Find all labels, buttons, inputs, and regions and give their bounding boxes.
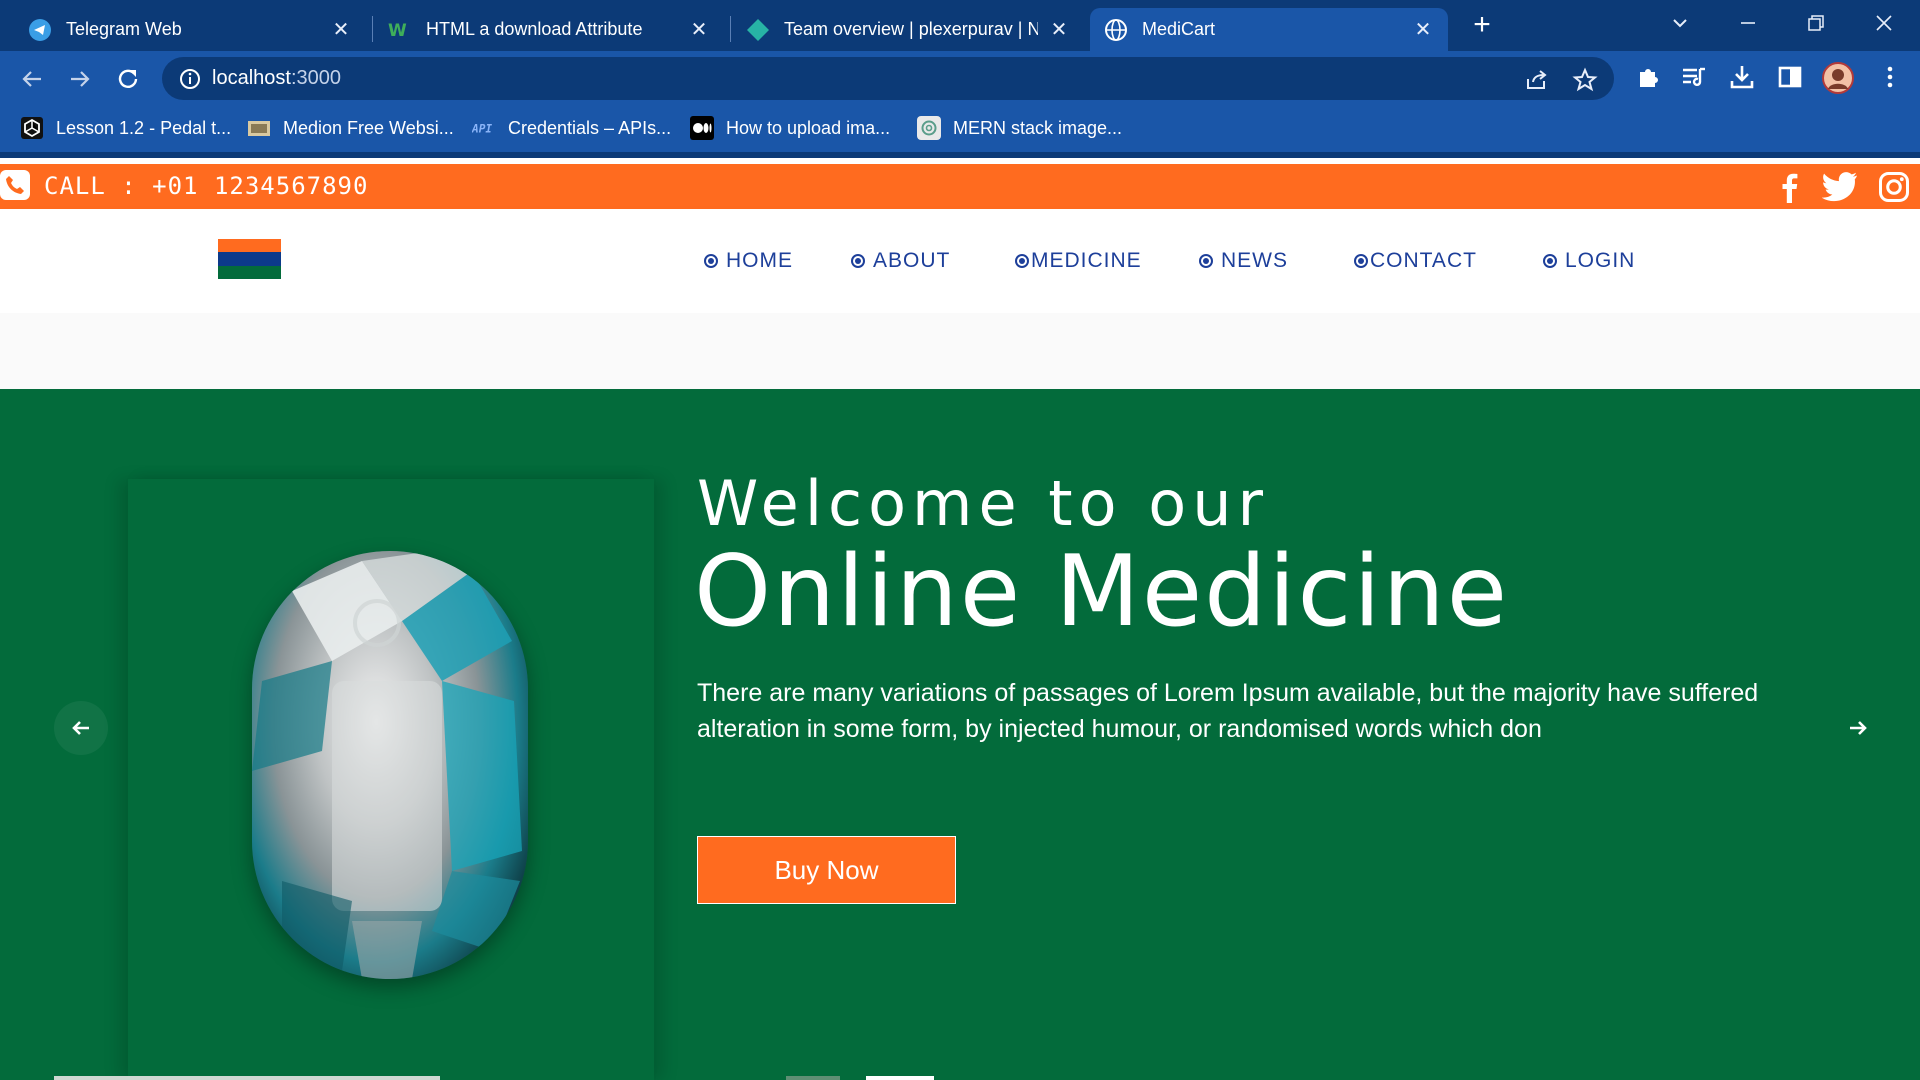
address-bar[interactable]: localhost:3000 <box>162 57 1614 100</box>
tab-telegram-web[interactable]: Telegram Web ✕ <box>14 8 366 51</box>
tab-title: MediCart <box>1142 19 1216 39</box>
new-tab-button[interactable]: + <box>1466 10 1498 42</box>
close-icon[interactable]: ✕ <box>1048 19 1070 41</box>
bookmarks-bar: Lesson 1.2 - Pedal t... Medion Free Webs… <box>0 106 1920 152</box>
nav-bullet-icon <box>1015 254 1029 268</box>
nav-label: ABOUT <box>873 249 951 272</box>
nav-label: NEWS <box>1221 249 1288 272</box>
tab-title: Team overview | plexerpurav | Ne <box>784 19 1038 39</box>
call-number: CALL : +01 1234567890 <box>44 172 369 200</box>
menu-kebab-icon[interactable] <box>1876 63 1906 93</box>
bookmark-title: Lesson 1.2 - Pedal t... <box>56 117 232 138</box>
hero-headline: Online Medicine <box>694 535 1510 649</box>
hero-slider: Welcome to our Online Medicine There are… <box>0 389 1920 1080</box>
api-icon: API <box>472 116 496 140</box>
nav-item-login[interactable]: LOGIN <box>1543 249 1635 273</box>
close-window-icon[interactable] <box>1866 8 1902 38</box>
nav-item-contact[interactable]: CONTACT <box>1354 249 1477 273</box>
svg-text:API: API <box>472 122 492 135</box>
phone-icon <box>0 170 30 200</box>
telegram-icon <box>28 18 52 42</box>
bookmark-upload[interactable]: How to upload ima... <box>690 114 890 142</box>
forward-arrow-icon[interactable] <box>64 63 96 95</box>
image-icon <box>247 116 271 140</box>
bookmark-title: How to upload ima... <box>726 117 891 138</box>
nav-label: MEDICINE <box>1031 249 1142 272</box>
extensions-icon[interactable] <box>1634 63 1664 93</box>
hero-description: There are many variations of passages of… <box>697 679 1759 743</box>
tab-separator <box>730 16 731 42</box>
twitter-icon[interactable] <box>1821 171 1858 203</box>
carousel-indicator-active[interactable] <box>866 1076 934 1080</box>
nav-bullet-icon <box>704 254 718 268</box>
nav-item-home[interactable]: HOME <box>704 249 793 273</box>
nav-bullet-icon <box>1354 254 1368 268</box>
url-port: :3000 <box>290 67 341 89</box>
medicine-capsule-image <box>252 551 528 979</box>
unity-icon <box>20 116 44 140</box>
side-panel-icon[interactable] <box>1776 63 1806 93</box>
back-arrow-icon[interactable] <box>16 63 48 95</box>
share-icon[interactable] <box>1524 67 1550 93</box>
bookmark-medion[interactable]: Medion Free Websi... <box>247 114 454 142</box>
globe-icon <box>1104 18 1128 42</box>
close-icon[interactable]: ✕ <box>688 19 710 41</box>
svg-text:W: W <box>388 21 407 41</box>
w3schools-icon: W <box>388 18 412 42</box>
main-navigation: HOME ABOUT MEDICINE NEWS CONTACT LOGIN <box>0 209 1920 313</box>
next-slide-arrow-icon[interactable] <box>1840 710 1876 746</box>
nav-bullet-icon <box>1199 254 1213 268</box>
tab-separator <box>372 16 373 42</box>
star-icon[interactable] <box>1572 67 1598 93</box>
url-text: localhost:3000 <box>212 67 341 90</box>
previous-slide-arrow-icon[interactable] <box>54 701 108 755</box>
nav-item-news[interactable]: NEWS <box>1199 249 1288 273</box>
close-icon[interactable]: ✕ <box>330 19 352 41</box>
bookmark-lesson[interactable]: Lesson 1.2 - Pedal t... <box>20 114 231 142</box>
medium-icon <box>690 116 714 140</box>
instagram-icon[interactable] <box>1878 171 1910 203</box>
tab-search-icon[interactable] <box>1662 8 1698 38</box>
download-icon[interactable] <box>1728 63 1758 93</box>
tab-title: HTML a download Attribute <box>426 19 643 39</box>
hero-welcome-text: Welcome to our <box>697 467 1269 540</box>
nav-label: CONTACT <box>1370 249 1477 272</box>
info-icon[interactable] <box>178 67 202 91</box>
page-viewport: CALL : +01 1234567890 HOME ABOUT MEDICIN… <box>0 158 1920 1080</box>
site-logo[interactable] <box>218 239 281 279</box>
bookmark-title: Credentials – APIs... <box>508 117 672 138</box>
chatgpt-icon <box>917 116 941 140</box>
bookmark-credentials[interactable]: API Credentials – APIs... <box>472 114 671 142</box>
carousel-indicator[interactable] <box>786 1076 840 1080</box>
nav-item-medicine[interactable]: MEDICINE <box>1015 249 1142 273</box>
nav-bullet-icon <box>1543 254 1557 268</box>
bookmark-mern[interactable]: MERN stack image... <box>917 114 1122 142</box>
url-host: localhost <box>212 67 291 89</box>
reload-icon[interactable] <box>112 63 144 95</box>
tab-html-download[interactable]: W HTML a download Attribute ✕ <box>374 8 724 51</box>
nav-label: HOME <box>726 249 793 272</box>
tab-medicart[interactable]: MediCart ✕ <box>1090 8 1448 51</box>
tab-title: Telegram Web <box>66 19 182 39</box>
close-icon[interactable]: ✕ <box>1412 19 1434 41</box>
bookmark-title: MERN stack image... <box>953 117 1123 138</box>
browser-tab-bar: Telegram Web ✕ W HTML a download Attribu… <box>0 0 1920 51</box>
bookmark-title: Medion Free Websi... <box>283 117 454 138</box>
carousel-indicator[interactable] <box>54 1076 440 1080</box>
nav-bullet-icon <box>851 254 865 268</box>
facebook-icon[interactable] <box>1774 171 1806 203</box>
nav-item-about[interactable]: ABOUT <box>851 249 950 273</box>
contact-bar: CALL : +01 1234567890 <box>0 164 1920 209</box>
nav-label: LOGIN <box>1565 249 1636 272</box>
restore-icon[interactable] <box>1798 8 1834 38</box>
media-control-icon[interactable] <box>1680 63 1710 93</box>
browser-toolbar: localhost:3000 <box>0 51 1920 106</box>
buy-now-button[interactable]: Buy Now <box>697 836 956 904</box>
netlify-icon <box>746 18 770 42</box>
profile-avatar[interactable] <box>1822 62 1854 94</box>
tab-team-overview[interactable]: Team overview | plexerpurav | Ne ✕ <box>732 8 1084 51</box>
minimize-icon[interactable] <box>1730 8 1766 38</box>
spacer-band <box>0 313 1920 389</box>
